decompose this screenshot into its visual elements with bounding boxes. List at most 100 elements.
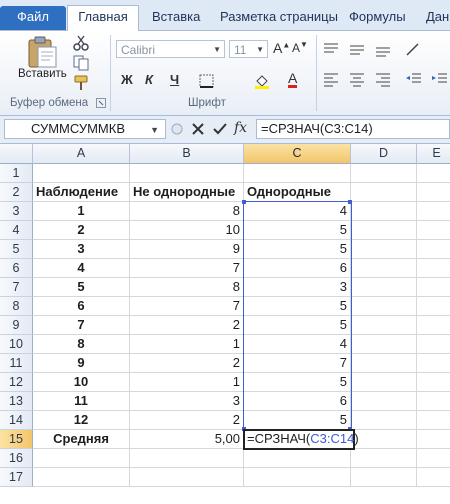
- cell[interactable]: [351, 164, 417, 183]
- tab-home[interactable]: Главная: [67, 5, 139, 32]
- cell[interactable]: [351, 392, 417, 411]
- cell[interactable]: [351, 430, 417, 449]
- row-header[interactable]: 14: [0, 411, 33, 430]
- cell[interactable]: [417, 183, 450, 202]
- nonhomogeneous-cell[interactable]: 7: [130, 259, 244, 278]
- cell[interactable]: [351, 297, 417, 316]
- column-header-d[interactable]: D: [351, 144, 417, 164]
- name-box[interactable]: СУММСУММКВ ▼: [4, 119, 166, 139]
- nonhomogeneous-cell[interactable]: 7: [130, 297, 244, 316]
- nonhomogeneous-cell[interactable]: 3: [130, 392, 244, 411]
- cell[interactable]: [351, 411, 417, 430]
- cell[interactable]: [417, 430, 450, 449]
- cell[interactable]: [417, 392, 450, 411]
- cell[interactable]: [351, 354, 417, 373]
- range-handle[interactable]: [348, 200, 352, 204]
- observation-cell[interactable]: 3: [33, 240, 130, 259]
- homogeneous-cell[interactable]: 6: [244, 259, 351, 278]
- observation-cell[interactable]: 10: [33, 373, 130, 392]
- tab-formulas[interactable]: Формулы: [349, 6, 406, 30]
- cell[interactable]: [351, 335, 417, 354]
- chevron-down-icon[interactable]: ▼: [150, 121, 159, 139]
- dialog-launcher-icon[interactable]: [96, 98, 106, 108]
- cell[interactable]: [417, 278, 450, 297]
- homogeneous-cell[interactable]: 5: [244, 221, 351, 240]
- cell[interactable]: [351, 316, 417, 335]
- observation-cell[interactable]: 6: [33, 297, 130, 316]
- cell[interactable]: [33, 468, 130, 487]
- cancel-icon[interactable]: [190, 121, 206, 137]
- enter-checkmark-icon[interactable]: [212, 121, 228, 137]
- borders-icon[interactable]: [198, 73, 216, 89]
- font-color-icon[interactable]: A: [288, 71, 298, 88]
- cell[interactable]: [351, 240, 417, 259]
- cell[interactable]: [417, 468, 450, 487]
- cell[interactable]: [417, 240, 450, 259]
- homogeneous-cell[interactable]: 5: [244, 373, 351, 392]
- row-header[interactable]: 12: [0, 373, 33, 392]
- align-right-icon[interactable]: [374, 71, 392, 87]
- cell[interactable]: [417, 373, 450, 392]
- format-painter-icon[interactable]: [72, 75, 90, 91]
- row-header[interactable]: 7: [0, 278, 33, 297]
- cell[interactable]: [351, 202, 417, 221]
- observation-cell[interactable]: 4: [33, 259, 130, 278]
- observation-cell[interactable]: 8: [33, 335, 130, 354]
- cell[interactable]: [417, 354, 450, 373]
- row-header[interactable]: 4: [0, 221, 33, 240]
- header-cell-nonhomogeneous[interactable]: Не однородные: [130, 183, 244, 202]
- font-size-dropdown[interactable]: 11 ▼: [229, 40, 268, 58]
- tab-insert[interactable]: Вставка: [152, 6, 200, 30]
- select-all-corner[interactable]: [0, 144, 33, 164]
- decrease-font-size-icon[interactable]: A▼: [292, 40, 308, 55]
- align-center-icon[interactable]: [348, 71, 366, 87]
- nonhomogeneous-cell[interactable]: 1: [130, 335, 244, 354]
- nonhomogeneous-cell[interactable]: 2: [130, 316, 244, 335]
- bold-icon[interactable]: Ж: [121, 72, 133, 87]
- observation-cell[interactable]: 9: [33, 354, 130, 373]
- font-name-dropdown[interactable]: Calibri ▼: [116, 40, 225, 58]
- column-header-a[interactable]: A: [33, 144, 130, 164]
- cell[interactable]: [417, 335, 450, 354]
- header-cell-homogeneous[interactable]: Однородные: [244, 183, 351, 202]
- align-bottom-icon[interactable]: [374, 41, 392, 57]
- summary-label-cell[interactable]: Средняя: [33, 430, 130, 449]
- cell[interactable]: [33, 164, 130, 183]
- row-header[interactable]: 16: [0, 449, 33, 468]
- homogeneous-cell[interactable]: 5: [244, 411, 351, 430]
- homogeneous-cell[interactable]: 7: [244, 354, 351, 373]
- homogeneous-cell[interactable]: 6: [244, 392, 351, 411]
- underline-icon[interactable]: Ч: [170, 72, 179, 87]
- homogeneous-cell[interactable]: 4: [244, 202, 351, 221]
- decrease-indent-icon[interactable]: [404, 71, 422, 87]
- observation-cell[interactable]: 5: [33, 278, 130, 297]
- cell[interactable]: [130, 449, 244, 468]
- cell[interactable]: [417, 411, 450, 430]
- observation-cell[interactable]: 1: [33, 202, 130, 221]
- column-header-b[interactable]: B: [130, 144, 244, 164]
- copy-icon[interactable]: [72, 55, 90, 71]
- nonhomogeneous-cell[interactable]: 10: [130, 221, 244, 240]
- row-header[interactable]: 8: [0, 297, 33, 316]
- cell[interactable]: [351, 468, 417, 487]
- cell[interactable]: [417, 259, 450, 278]
- row-header[interactable]: 10: [0, 335, 33, 354]
- homogeneous-cell[interactable]: 5: [244, 297, 351, 316]
- cell[interactable]: [417, 221, 450, 240]
- cell[interactable]: [33, 449, 130, 468]
- cell[interactable]: [130, 468, 244, 487]
- increase-indent-icon[interactable]: [430, 71, 448, 87]
- tab-file[interactable]: Файл: [0, 6, 66, 30]
- active-cell-editor[interactable]: =СРЗНАЧ(C3:C14): [243, 429, 359, 450]
- paste-button-label[interactable]: Вставить: [18, 68, 67, 80]
- italic-icon[interactable]: К: [145, 72, 153, 87]
- observation-cell[interactable]: 12: [33, 411, 130, 430]
- nonhomogeneous-cell[interactable]: 1: [130, 373, 244, 392]
- align-middle-icon[interactable]: [348, 41, 366, 57]
- row-header[interactable]: 9: [0, 316, 33, 335]
- cell[interactable]: [417, 202, 450, 221]
- homogeneous-cell[interactable]: 4: [244, 335, 351, 354]
- cell[interactable]: [417, 316, 450, 335]
- nonhomogeneous-cell[interactable]: 2: [130, 411, 244, 430]
- cell[interactable]: [244, 449, 351, 468]
